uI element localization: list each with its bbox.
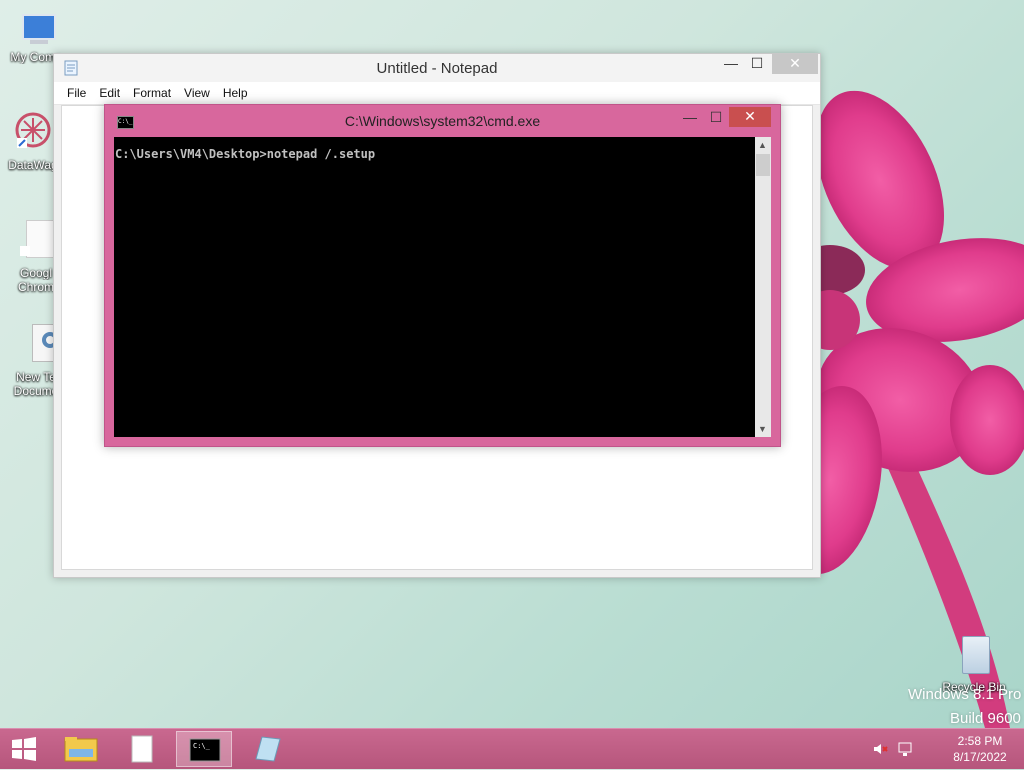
close-button[interactable]: ✕ bbox=[772, 54, 818, 74]
volume-muted-icon[interactable] bbox=[872, 741, 888, 760]
desktop-icon-recycle-bin[interactable]: Recycle Bin bbox=[938, 632, 1010, 694]
taskbar: C:\_ 2:58 PM 8/17/2022 bbox=[0, 728, 1024, 769]
minimize-button[interactable]: — bbox=[718, 54, 744, 74]
chrome-shortcut-icon bbox=[16, 220, 56, 260]
datawagon-icon bbox=[13, 110, 53, 150]
scroll-down-icon[interactable]: ▼ bbox=[758, 424, 767, 434]
close-button[interactable]: ✕ bbox=[729, 107, 771, 127]
windows-logo-icon bbox=[12, 737, 36, 761]
cmd-console[interactable]: C:\Users\VM4\Desktop>notepad /.setup bbox=[114, 137, 755, 437]
notepad-icon bbox=[255, 736, 281, 762]
svg-text:C:\_: C:\_ bbox=[193, 742, 211, 750]
cmd-icon: C:\_ bbox=[189, 738, 221, 762]
taskbar-file-explorer[interactable] bbox=[53, 731, 109, 767]
document-icon bbox=[131, 735, 153, 763]
notepad-title: Untitled - Notepad bbox=[376, 60, 498, 77]
taskbar-command-prompt[interactable]: C:\_ bbox=[176, 731, 232, 767]
scrollbar-thumb[interactable] bbox=[756, 154, 770, 176]
windows-watermark-line2: Build 9600 bbox=[950, 710, 1021, 727]
cmd-vertical-scrollbar[interactable]: ▲ ▼ bbox=[755, 137, 771, 437]
console-output: C:\Users\VM4\Desktop>notepad /.setup bbox=[115, 147, 376, 161]
menu-format[interactable]: Format bbox=[126, 82, 177, 100]
computer-icon bbox=[16, 10, 56, 50]
clock-date: 8/17/2022 bbox=[953, 750, 1007, 764]
menu-view[interactable]: View bbox=[177, 82, 216, 100]
maximize-button[interactable]: ☐ bbox=[744, 54, 770, 74]
taskbar-blank-document[interactable] bbox=[114, 731, 170, 767]
windows-watermark-line1: Windows 8.1 Pro bbox=[908, 686, 1022, 703]
cmd-titlebar[interactable]: C:\_ C:\Windows\system32\cmd.exe — ☐ ✕ bbox=[105, 105, 780, 135]
taskbar-notepad[interactable] bbox=[238, 731, 294, 767]
network-icon[interactable] bbox=[897, 741, 913, 760]
notepad-menubar: File Edit Format View Help bbox=[54, 82, 820, 105]
start-button[interactable] bbox=[0, 731, 48, 767]
notepad-titlebar[interactable]: Untitled - Notepad — ☐ ✕ bbox=[54, 54, 820, 82]
menu-edit[interactable]: Edit bbox=[92, 82, 126, 100]
settings-document-icon bbox=[16, 324, 68, 364]
recycle-bin-icon bbox=[954, 632, 994, 674]
cmd-window[interactable]: C:\_ C:\Windows\system32\cmd.exe — ☐ ✕ C… bbox=[104, 104, 781, 447]
menu-file[interactable]: File bbox=[60, 82, 92, 100]
menu-help[interactable]: Help bbox=[216, 82, 254, 100]
maximize-button[interactable]: ☐ bbox=[703, 108, 729, 128]
clock-time: 2:58 PM bbox=[957, 734, 1003, 748]
clock[interactable]: 2:58 PM 8/17/2022 bbox=[940, 734, 1020, 764]
scroll-up-icon[interactable]: ▲ bbox=[758, 140, 767, 150]
folder-icon bbox=[64, 737, 98, 762]
minimize-button[interactable]: — bbox=[677, 108, 703, 128]
